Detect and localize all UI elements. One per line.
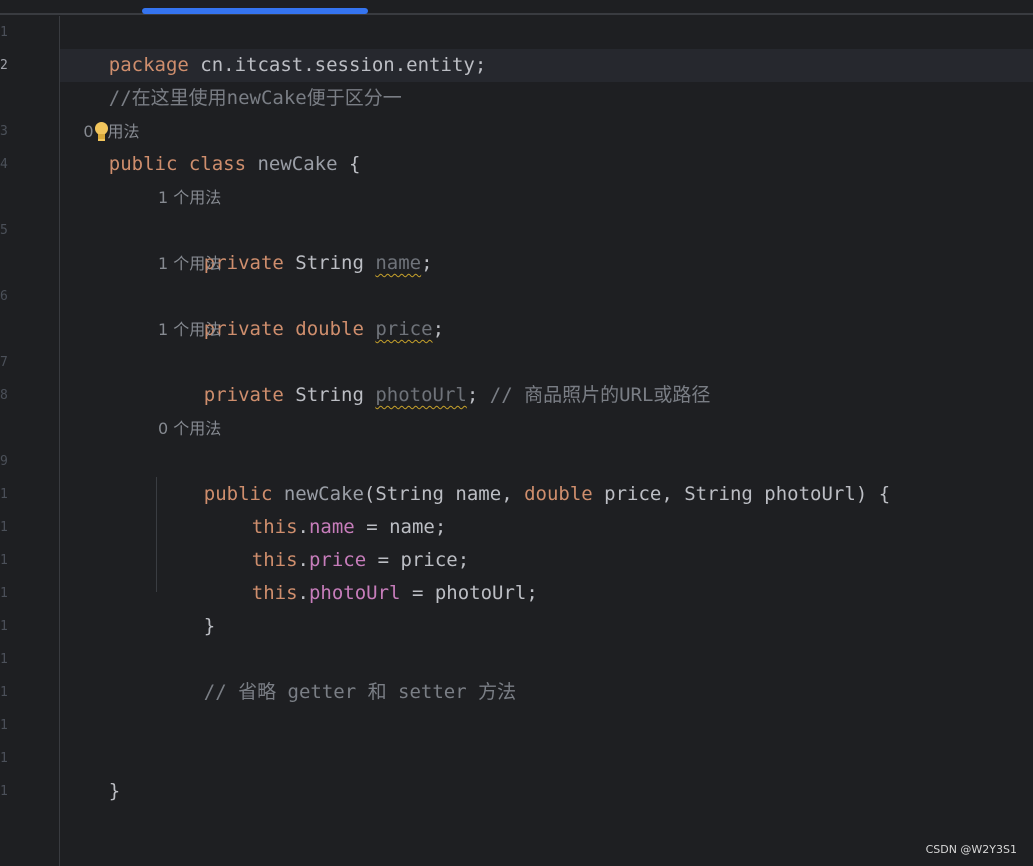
- field-reference: photoUrl: [308, 582, 401, 604]
- usage-hint-constructor[interactable]: 0 个用法: [158, 412, 221, 445]
- line-number: 3: [0, 124, 8, 139]
- code-line-field-price[interactable]: private double price;: [158, 280, 444, 340]
- line-number: 14: [0, 619, 8, 634]
- usage-hint-photo[interactable]: 1 个用法: [158, 313, 221, 346]
- code-line-class-declaration[interactable]: public class newCake {: [63, 115, 361, 175]
- code-line-assign-name[interactable]: this.name = name;: [206, 478, 447, 538]
- code-line-package[interactable]: package cn.itcast.session.entity;: [63, 16, 487, 76]
- line-number: 5: [0, 223, 8, 238]
- usage-hint-name[interactable]: 1 个用法: [158, 181, 221, 214]
- brace-open: {: [337, 153, 361, 175]
- code-line-getter-comment[interactable]: // 省略 getter 和 setter 方法: [158, 643, 516, 703]
- code-line-class-close[interactable]: }: [63, 742, 120, 802]
- keyword-class: class: [177, 153, 247, 175]
- usage-hint-class[interactable]: 0 用法: [63, 82, 140, 141]
- keyword-public: public: [108, 153, 178, 175]
- field-name: name: [375, 252, 422, 274]
- line-number: 16: [0, 685, 8, 700]
- constructor-params-end: price, String photoUrl) {: [592, 483, 891, 505]
- line-number: 1: [0, 25, 8, 40]
- code-editor[interactable]: package cn.itcast.session.entity; //在这里使…: [60, 16, 1033, 866]
- keyword-private: private: [203, 384, 284, 406]
- code-line-constructor[interactable]: public newCake(String name, double price…: [158, 445, 890, 505]
- line-number: 9: [0, 454, 8, 469]
- brace-close: }: [108, 780, 121, 802]
- line-number: 4: [0, 157, 8, 172]
- usage-hint-price[interactable]: 1 个用法: [158, 247, 221, 280]
- type-string: String: [283, 384, 376, 406]
- editor-tab-strip: [0, 0, 1033, 15]
- semicolon: ;: [466, 384, 479, 406]
- watermark: CSDN @W2Y3S1: [925, 843, 1017, 856]
- inline-comment: // 商品照片的URL或路径: [478, 384, 711, 406]
- line-number: 7: [0, 355, 8, 370]
- class-name: newCake: [246, 153, 338, 175]
- assignment: = photoUrl;: [400, 582, 538, 604]
- keyword-this: this: [251, 582, 298, 604]
- line-number: 12: [0, 553, 8, 568]
- line-number-gutter: 1 2 3 4 5 6 7 8 9 10 11 12 13 14 15 16 1…: [0, 16, 60, 866]
- semicolon: ;: [432, 318, 445, 340]
- line-number: 13: [0, 586, 8, 601]
- semicolon: ;: [421, 252, 433, 274]
- line-number: 18: [0, 751, 8, 766]
- brace-close: }: [203, 615, 216, 637]
- line-number: 6: [0, 289, 8, 304]
- code-line-assign-price[interactable]: this.price = price;: [206, 511, 469, 571]
- code-line-constructor-close[interactable]: }: [158, 577, 215, 637]
- field-price: price: [375, 318, 433, 340]
- keyword-double: double: [524, 483, 593, 505]
- code-line-comment[interactable]: //在这里使用newCake便于区分一: [63, 49, 402, 109]
- field-photo-url: photoUrl: [375, 384, 467, 406]
- line-number: 15: [0, 652, 8, 667]
- code-line-field-photo[interactable]: private String photoUrl; // 商品照片的URL或路径: [158, 346, 711, 406]
- indent-guide: [156, 477, 157, 592]
- code-line-field-name[interactable]: private String name;: [158, 214, 433, 274]
- code-line-assign-photo[interactable]: this.photoUrl = photoUrl;: [206, 544, 538, 604]
- line-number-active: 2: [0, 58, 8, 73]
- line-number: 11: [0, 520, 8, 535]
- type-string: String: [283, 252, 376, 274]
- line-comment: // 省略 getter 和 setter 方法: [203, 681, 517, 703]
- line-number: 17: [0, 718, 8, 733]
- line-number: 8: [0, 388, 8, 403]
- line-number: 10: [0, 487, 8, 502]
- line-number: 19: [0, 784, 8, 799]
- horizontal-scroll-thumb[interactable]: [142, 8, 368, 14]
- dot: .: [297, 582, 309, 604]
- type-double: double: [283, 318, 376, 340]
- line-comment: //在这里使用newCake便于区分一: [108, 87, 402, 109]
